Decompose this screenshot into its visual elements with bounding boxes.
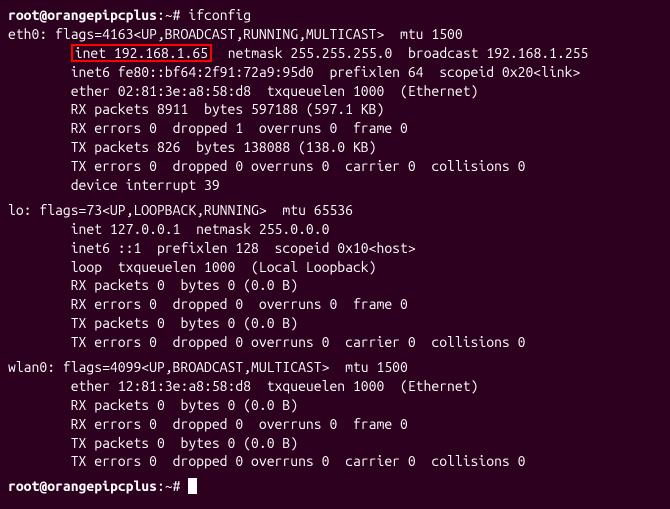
lo-inet6: inet6 ::1 prefixlen 128 scopeid 0x10<hos…	[8, 239, 662, 258]
eth0-tx-errors: TX errors 0 dropped 0 overruns 0 carrier…	[8, 157, 662, 176]
eth0-inet-rest: netmask 255.255.255.0 broadcast 192.168.…	[212, 45, 588, 61]
wlan0-header: wlan0: flags=4099<UP,BROADCAST,MULTICAST…	[8, 358, 662, 377]
wlan0-tx-errors: TX errors 0 dropped 0 overruns 0 carrier…	[8, 452, 662, 471]
eth0-interrupt: device interrupt 39	[8, 176, 662, 195]
command-text: ifconfig	[188, 7, 251, 23]
lo-tx-packets: TX packets 0 bytes 0 (0.0 B)	[8, 314, 662, 333]
prompt-path-2: ~	[165, 478, 173, 494]
eth0-inet6: inet6 fe80::bf64:2f91:72a9:95d0 prefixle…	[8, 63, 662, 82]
interface-lo: lo: flags=73<UP,LOOPBACK,RUNNING> mtu 65…	[8, 201, 662, 352]
lo-inet: inet 127.0.0.1 netmask 255.0.0.0	[8, 220, 662, 239]
wlan0-ether: ether 12:81:3e:a8:58:d8 txqueuelen 1000 …	[8, 377, 662, 396]
interface-eth0: eth0: flags=4163<UP,BROADCAST,RUNNING,MU…	[8, 25, 662, 195]
prompt-user-2: root@orangepipcplus	[8, 478, 157, 494]
eth0-tx-packets: TX packets 826 bytes 138088 (138.0 KB)	[8, 138, 662, 157]
lo-rx-packets: RX packets 0 bytes 0 (0.0 B)	[8, 276, 662, 295]
prompt-path: ~	[165, 7, 173, 23]
lo-loop: loop txqueuelen 1000 (Local Loopback)	[8, 258, 662, 277]
prompt-symbol: #	[173, 7, 181, 23]
eth0-header: eth0: flags=4163<UP,BROADCAST,RUNNING,MU…	[8, 25, 662, 44]
prompt-user: root@orangepipcplus	[8, 7, 157, 23]
prompt-symbol-2: #	[173, 478, 181, 494]
highlighted-ip: inet 192.168.1.65	[71, 44, 212, 62]
cursor-icon	[188, 478, 197, 494]
terminal-output[interactable]: root@orangepipcplus:~# ifconfig eth0: fl…	[8, 6, 662, 496]
prompt-line-1: root@orangepipcplus:~# ifconfig	[8, 6, 662, 25]
eth0-rx-packets: RX packets 8911 bytes 597188 (597.1 KB)	[8, 100, 662, 119]
eth0-ether: ether 02:81:3e:a8:58:d8 txqueuelen 1000 …	[8, 82, 662, 101]
prompt-line-2[interactable]: root@orangepipcplus:~#	[8, 477, 662, 496]
eth0-rx-errors: RX errors 0 dropped 1 overruns 0 frame 0	[8, 119, 662, 138]
lo-header: lo: flags=73<UP,LOOPBACK,RUNNING> mtu 65…	[8, 201, 662, 220]
wlan0-tx-packets: TX packets 0 bytes 0 (0.0 B)	[8, 434, 662, 453]
interface-wlan0: wlan0: flags=4099<UP,BROADCAST,MULTICAST…	[8, 358, 662, 471]
wlan0-rx-packets: RX packets 0 bytes 0 (0.0 B)	[8, 396, 662, 415]
lo-tx-errors: TX errors 0 dropped 0 overruns 0 carrier…	[8, 333, 662, 352]
eth0-inet-line: inet 192.168.1.65 netmask 255.255.255.0 …	[8, 44, 662, 63]
wlan0-rx-errors: RX errors 0 dropped 0 overruns 0 frame 0	[8, 415, 662, 434]
lo-rx-errors: RX errors 0 dropped 0 overruns 0 frame 0	[8, 295, 662, 314]
